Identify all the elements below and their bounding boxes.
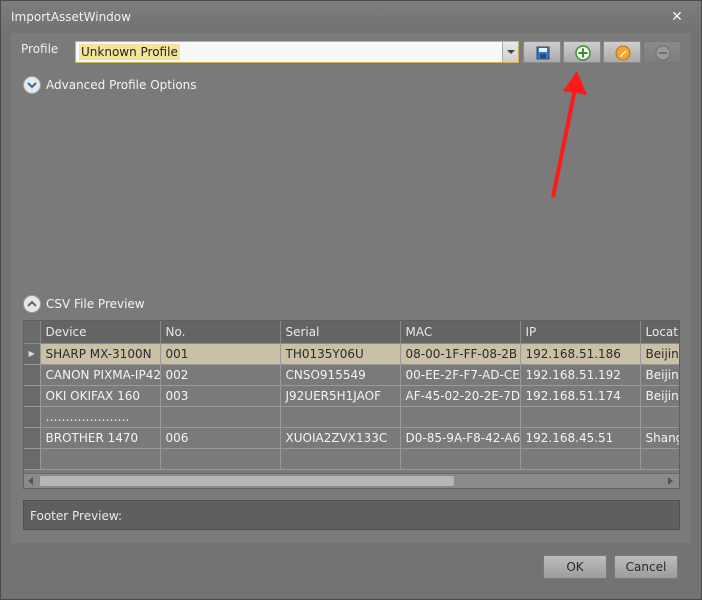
- advanced-options-label: Advanced Profile Options: [46, 78, 197, 92]
- row-header-corner: [24, 321, 41, 344]
- cell-device: SHARP MX-3100N: [40, 343, 161, 365]
- cell-serial: TH0135Y06U: [280, 343, 401, 365]
- cell-ip: [520, 448, 641, 470]
- row-indicator-icon: ▶: [24, 343, 41, 365]
- column-header-ip[interactable]: IP: [520, 321, 641, 344]
- row-header: [24, 364, 41, 386]
- cell-serial: CNSO915549: [280, 364, 401, 386]
- remove-icon: [655, 45, 671, 61]
- table-row[interactable]: [24, 448, 679, 470]
- cell-no: 001: [160, 343, 281, 365]
- scrollbar-thumb[interactable]: [40, 476, 454, 486]
- column-header-mac[interactable]: MAC: [400, 321, 521, 344]
- table-row[interactable]: …………………: [24, 406, 679, 428]
- row-header: [24, 385, 41, 407]
- chevron-up-icon: [27, 300, 37, 307]
- cell-device: [40, 448, 161, 470]
- cancel-button[interactable]: Cancel: [614, 555, 678, 579]
- ok-button[interactable]: OK: [543, 555, 607, 579]
- window-title: ImportAssetWindow: [11, 10, 131, 24]
- cell-device: BROTHER 1470: [40, 427, 161, 449]
- cell-serial: J92UER5H1JAOF: [280, 385, 401, 407]
- footer-preview-panel: Footer Preview:: [23, 500, 680, 530]
- cell-location: Shanghai: [640, 427, 679, 449]
- horizontal-scrollbar[interactable]: [24, 473, 679, 488]
- cell-mac: [400, 406, 521, 428]
- profile-selected-value: Unknown Profile: [79, 44, 180, 60]
- cell-mac: 00-EE-2F-F7-AD-CE: [400, 364, 521, 386]
- title-bar: ImportAssetWindow ✕: [1, 1, 701, 33]
- csv-preview-grid[interactable]: Device No. Serial MAC IP Location ▶ SHAR…: [23, 320, 680, 489]
- cell-location: [640, 406, 679, 428]
- edit-icon: [615, 45, 631, 61]
- cell-location: Beijing: [640, 385, 679, 407]
- cell-device: OKI OKIFAX 160: [40, 385, 161, 407]
- table-row[interactable]: CANON PIXMA-IP42 002 CNSO915549 00-EE-2F…: [24, 364, 679, 386]
- cell-no: [160, 406, 281, 428]
- cell-mac: D0-85-9A-F8-42-A6: [400, 427, 521, 449]
- grid-header-row: Device No. Serial MAC IP Location: [24, 321, 679, 344]
- profile-label: Profile: [21, 42, 59, 56]
- column-header-no[interactable]: No.: [160, 321, 281, 344]
- save-profile-button[interactable]: [523, 41, 561, 63]
- row-header: [24, 448, 41, 470]
- profile-dropdown[interactable]: Unknown Profile: [75, 41, 519, 63]
- cell-ip: 192.168.51.174: [520, 385, 641, 407]
- table-row[interactable]: BROTHER 1470 006 XUOIA2ZVX133C D0-85-9A-…: [24, 427, 679, 449]
- cell-no: 003: [160, 385, 281, 407]
- csv-preview-expander[interactable]: [23, 295, 41, 313]
- add-profile-button[interactable]: [563, 41, 601, 63]
- cell-no: [160, 448, 281, 470]
- cell-serial: [280, 448, 401, 470]
- cell-location: Beijing: [640, 343, 679, 365]
- csv-preview-label: CSV File Preview: [46, 297, 145, 311]
- save-icon: [536, 46, 550, 60]
- column-header-device[interactable]: Device: [40, 321, 161, 344]
- row-header: [24, 406, 41, 428]
- cell-ip: 192.168.51.192: [520, 364, 641, 386]
- cell-no: 006: [160, 427, 281, 449]
- scroll-right-icon[interactable]: [668, 477, 673, 485]
- cell-serial: [280, 406, 401, 428]
- scroll-left-icon[interactable]: [28, 477, 33, 485]
- cell-mac: 08-00-1F-FF-08-2B: [400, 343, 521, 365]
- add-icon: [575, 45, 591, 61]
- close-icon[interactable]: ✕: [669, 9, 685, 25]
- cell-ip: [520, 406, 641, 428]
- column-header-serial[interactable]: Serial: [280, 321, 401, 344]
- cell-mac: AF-45-02-20-2E-7D: [400, 385, 521, 407]
- import-asset-window: ImportAssetWindow ✕ Profile Unknown Prof…: [0, 0, 702, 600]
- cell-mac: [400, 448, 521, 470]
- cell-no: 002: [160, 364, 281, 386]
- column-header-location[interactable]: Location: [640, 321, 679, 344]
- cell-serial: XUOIA2ZVX133C: [280, 427, 401, 449]
- advanced-options-expander[interactable]: [23, 76, 41, 94]
- red-arrow-annotation: [551, 71, 587, 198]
- cell-ip: 192.168.51.186: [520, 343, 641, 365]
- chevron-down-icon: [27, 82, 37, 89]
- footer-preview-label: Footer Preview:: [30, 509, 123, 523]
- cell-location: [640, 448, 679, 470]
- cell-device: …………………: [40, 406, 161, 428]
- remove-profile-button[interactable]: [643, 41, 681, 63]
- edit-profile-button[interactable]: [603, 41, 641, 63]
- row-header: [24, 427, 41, 449]
- chevron-down-icon[interactable]: [502, 42, 518, 62]
- table-row[interactable]: ▶ SHARP MX-3100N 001 TH0135Y06U 08-00-1F…: [24, 343, 679, 365]
- table-row[interactable]: OKI OKIFAX 160 003 J92UER5H1JAOF AF-45-0…: [24, 385, 679, 407]
- cell-ip: 192.168.45.51: [520, 427, 641, 449]
- cell-device: CANON PIXMA-IP42: [40, 364, 161, 386]
- cell-location: Beijing: [640, 364, 679, 386]
